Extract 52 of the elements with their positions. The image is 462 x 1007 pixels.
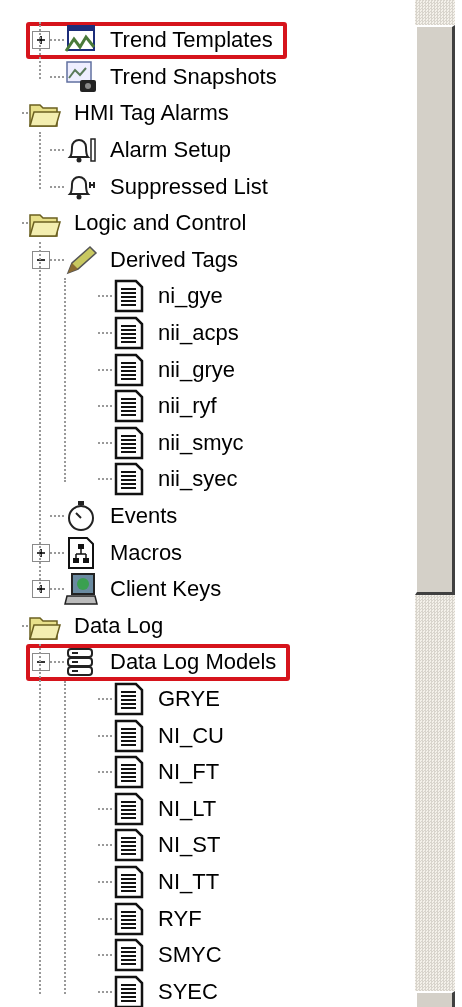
scrollbar[interactable] bbox=[415, 0, 455, 1007]
document-icon bbox=[112, 389, 146, 424]
tree-item-label[interactable]: ni_gye bbox=[158, 283, 223, 310]
document-icon bbox=[112, 462, 146, 497]
document-icon bbox=[112, 828, 146, 863]
plus-icon bbox=[36, 35, 46, 46]
tree-item-label[interactable]: NI_CU bbox=[158, 722, 224, 749]
tree-item-label[interactable]: Events bbox=[110, 503, 178, 529]
tree-item-label[interactable]: nii_grye bbox=[158, 356, 236, 383]
collapse-toggle[interactable] bbox=[32, 250, 50, 269]
document-icon bbox=[112, 791, 146, 826]
document-icon bbox=[112, 316, 146, 351]
tree-item-label[interactable]: GRYE bbox=[158, 686, 220, 712]
expand-toggle[interactable] bbox=[32, 580, 50, 599]
expand-toggle[interactable] bbox=[32, 31, 50, 50]
document-icon bbox=[112, 718, 146, 753]
document-icon bbox=[112, 682, 146, 716]
computer-icon bbox=[64, 572, 98, 607]
tree-item-label[interactable]: Suppressed List bbox=[110, 173, 268, 200]
document-icon bbox=[112, 755, 146, 790]
tree-item-label[interactable]: Logic and Control bbox=[74, 210, 247, 237]
document-icon bbox=[112, 901, 146, 936]
plus-icon bbox=[36, 584, 46, 595]
tree-item-label[interactable]: Client Keys bbox=[110, 576, 222, 603]
tree-item-label[interactable]: Derived Tags bbox=[110, 246, 238, 273]
document-icon bbox=[112, 279, 146, 314]
tree-item-label[interactable]: Trend Snapshots bbox=[110, 63, 277, 90]
tree-item-label[interactable]: SYEC bbox=[158, 978, 218, 1005]
tree-item-label[interactable]: RYF bbox=[158, 905, 202, 932]
tree-item-label[interactable]: SMYC bbox=[158, 942, 222, 969]
tree-item-label[interactable]: Alarm Setup bbox=[110, 137, 232, 164]
tree-item-label[interactable]: HMI Tag Alarms bbox=[74, 100, 229, 127]
document-icon bbox=[112, 938, 146, 973]
tree-item-label[interactable]: nii_acps bbox=[158, 320, 239, 347]
tree-item-label[interactable]: Data Log bbox=[74, 612, 164, 639]
tree-item-label[interactable]: Trend Templates bbox=[110, 27, 273, 54]
tree-item-label[interactable]: Macros bbox=[110, 539, 183, 566]
tree-item-label[interactable]: NI_ST bbox=[158, 832, 221, 859]
document-icon bbox=[112, 352, 146, 387]
tree-item-label[interactable]: NI_FT bbox=[158, 759, 220, 786]
tree-item-label[interactable]: nii_syec bbox=[158, 466, 238, 493]
tree-item-label[interactable]: nii_ryf bbox=[158, 393, 217, 420]
document-icon bbox=[112, 425, 146, 460]
snapshot-icon bbox=[64, 59, 98, 94]
expand-toggle[interactable] bbox=[32, 543, 50, 562]
tree-item-label[interactable]: Data Log Models bbox=[110, 649, 277, 676]
plus-icon bbox=[36, 547, 46, 558]
tree-item-label[interactable]: NI_LT bbox=[158, 795, 217, 822]
collapse-toggle[interactable] bbox=[32, 653, 50, 672]
document-icon bbox=[112, 864, 146, 899]
tree-item-label[interactable]: NI_TT bbox=[158, 868, 220, 895]
tree-item-label[interactable]: nii_smyc bbox=[158, 429, 244, 456]
